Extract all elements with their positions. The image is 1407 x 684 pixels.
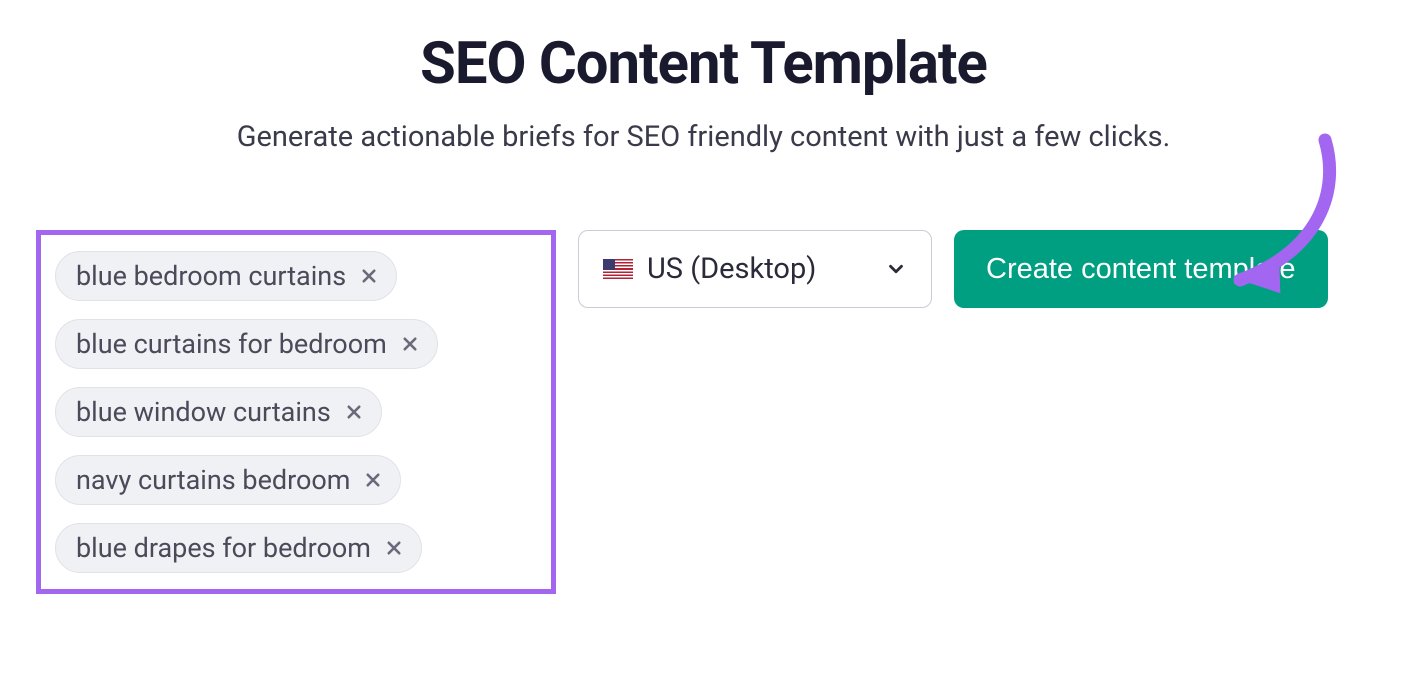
page-title: SEO Content Template (0, 30, 1407, 98)
keywords-input-box[interactable]: blue bedroom curtains blue curtains for … (36, 230, 556, 594)
keyword-chip-label: navy curtains bedroom (76, 464, 350, 496)
keyword-chip[interactable]: blue curtains for bedroom (55, 319, 438, 369)
close-icon[interactable] (364, 471, 382, 489)
keyword-chip-label: blue window curtains (76, 396, 331, 428)
keyword-chip[interactable]: blue drapes for bedroom (55, 523, 422, 573)
close-icon[interactable] (385, 539, 403, 557)
chevron-down-icon (885, 258, 907, 280)
flag-us-icon (603, 259, 633, 279)
close-icon[interactable] (345, 403, 363, 421)
keyword-chip[interactable]: blue bedroom curtains (55, 251, 397, 301)
controls-row: blue bedroom curtains blue curtains for … (0, 230, 1407, 594)
page-subtitle: Generate actionable briefs for SEO frien… (0, 120, 1407, 154)
locale-dropdown[interactable]: US (Desktop) (578, 230, 932, 308)
keyword-chip-label: blue drapes for bedroom (76, 532, 371, 564)
keyword-chip-label: blue curtains for bedroom (76, 328, 387, 360)
locale-label: US (Desktop) (647, 252, 816, 286)
keyword-chip-label: blue bedroom curtains (76, 260, 346, 292)
keyword-chip[interactable]: navy curtains bedroom (55, 455, 401, 505)
close-icon[interactable] (401, 335, 419, 353)
keyword-chip[interactable]: blue window curtains (55, 387, 382, 437)
close-icon[interactable] (360, 267, 378, 285)
create-content-template-button[interactable]: Create content template (954, 230, 1328, 308)
